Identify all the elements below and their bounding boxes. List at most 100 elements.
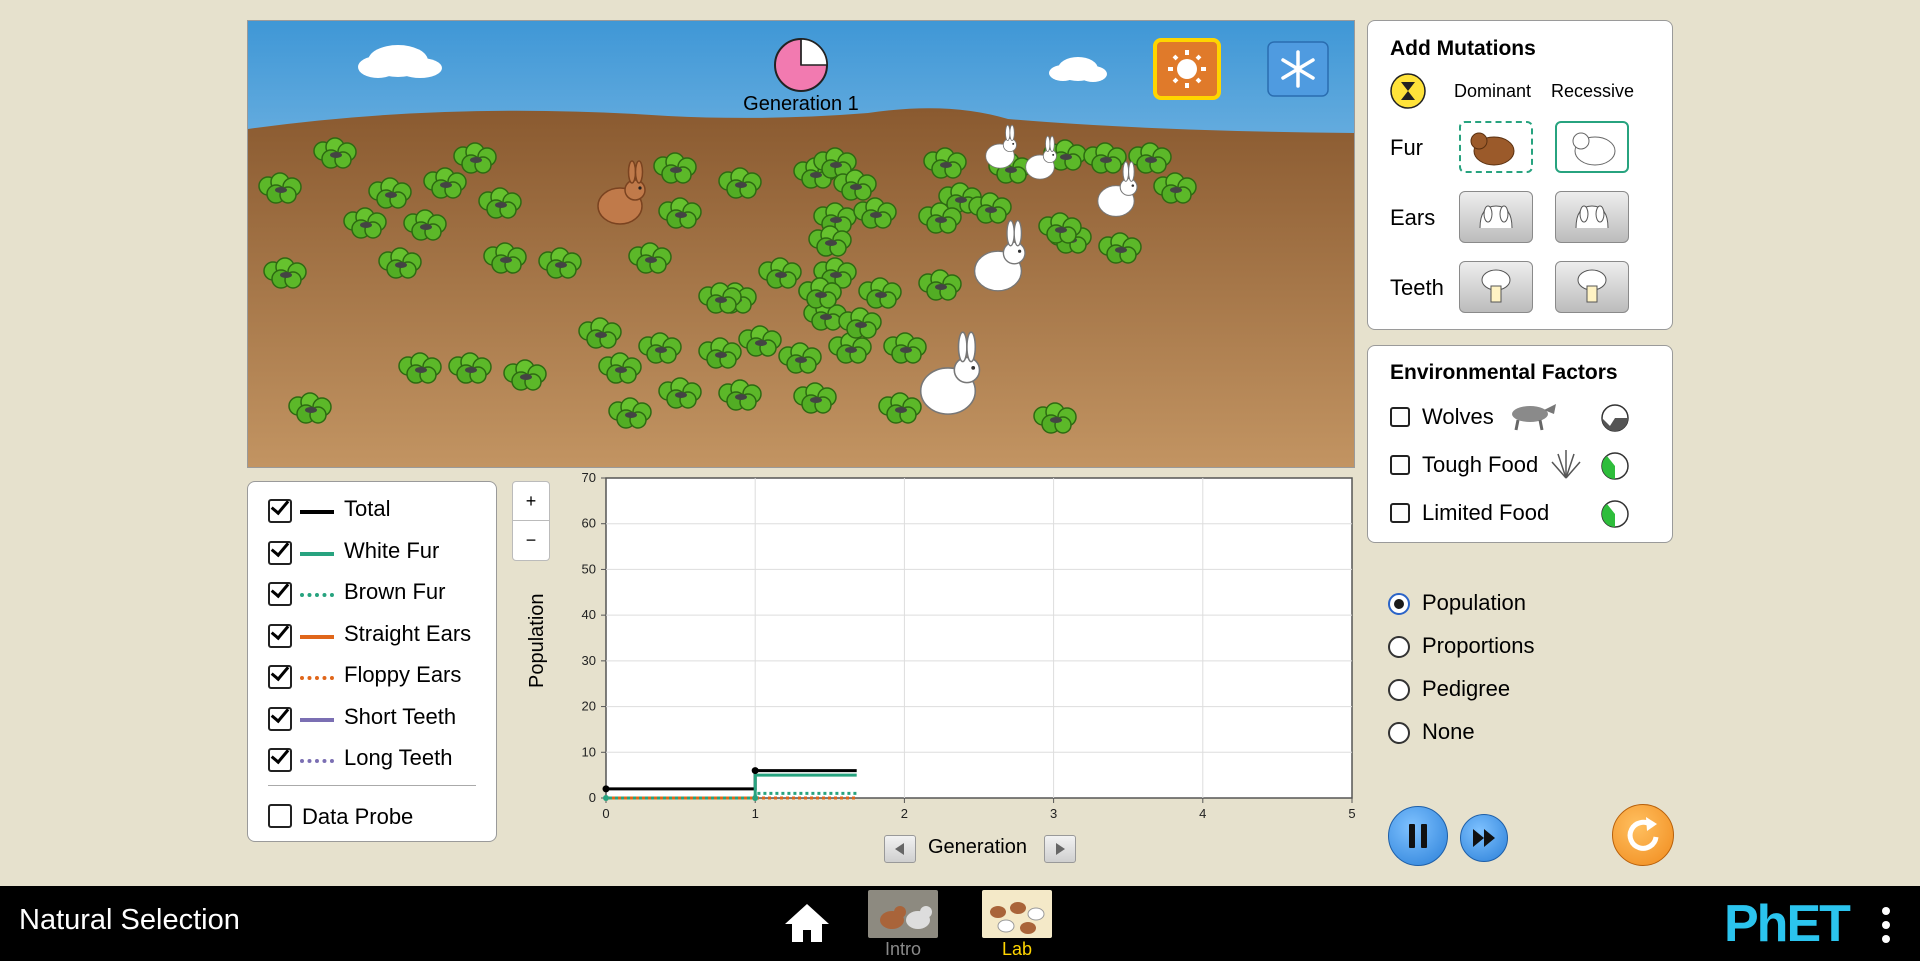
y-tick-label: 0 xyxy=(589,790,596,805)
triangle-right-icon xyxy=(1056,843,1065,855)
fur-dominant-button[interactable] xyxy=(1459,121,1533,173)
white-fur-data-point xyxy=(752,795,759,801)
tough-food-timer-icon xyxy=(1600,451,1630,486)
ears-row-label: Ears xyxy=(1390,205,1436,230)
short-teeth-checkbox[interactable] xyxy=(268,706,292,731)
mutation-hourglass-icon xyxy=(1390,73,1426,109)
teeth-recessive-button[interactable] xyxy=(1555,261,1629,313)
white-fur-checkbox[interactable] xyxy=(268,540,292,565)
ears-dominant-button[interactable] xyxy=(1459,191,1533,243)
app-title: Natural Selection xyxy=(19,904,240,936)
pedigree-radio-label: Pedigree xyxy=(1422,676,1511,701)
total-line-swatch xyxy=(300,510,334,514)
step-forward-button[interactable] xyxy=(1460,814,1508,862)
navigation-bar: Natural Selection Intro Lab PhET xyxy=(0,886,1920,961)
x-tick-label: 1 xyxy=(752,806,759,821)
long-teeth-label: Long Teeth xyxy=(344,745,453,770)
lab-screen-label: Lab xyxy=(1001,939,1033,959)
tough-food-label: Tough Food xyxy=(1422,452,1539,477)
ears-recessive-button[interactable] xyxy=(1555,191,1629,243)
none-radio-label: None xyxy=(1422,719,1475,744)
reset-icon xyxy=(1627,817,1659,851)
x-tick-label: 2 xyxy=(901,806,908,821)
long-teeth-line-swatch xyxy=(300,759,334,763)
y-tick-label: 70 xyxy=(582,470,596,485)
proportions-radio-label: Proportions xyxy=(1422,633,1535,658)
reset-all-button[interactable] xyxy=(1612,804,1674,866)
add-mutations-title: Add Mutations xyxy=(1390,37,1536,60)
ears-icon xyxy=(1575,205,1609,229)
proportions-radio[interactable] xyxy=(1388,636,1410,658)
y-tick-label: 50 xyxy=(582,561,596,576)
kebab-menu-icon xyxy=(1882,907,1890,943)
floppy-ears-label: Floppy Ears xyxy=(344,662,462,687)
plot-area xyxy=(605,477,1353,799)
x-axis-label: Generation xyxy=(928,836,1027,858)
limited-food-label: Limited Food xyxy=(1422,500,1550,525)
home-icon xyxy=(785,904,829,942)
wolf-icon xyxy=(1504,396,1560,437)
straight-ears-line-swatch xyxy=(300,634,334,639)
graph-scroll-left-button[interactable] xyxy=(884,835,916,863)
pause-button[interactable] xyxy=(1388,806,1448,866)
y-tick-label: 40 xyxy=(582,607,596,622)
wolves-timer-icon xyxy=(1600,403,1630,438)
phet-logo[interactable]: PhET xyxy=(1724,894,1851,954)
short-teeth-line-swatch xyxy=(300,717,334,722)
generation-clock-icon xyxy=(774,38,828,92)
graph-legend-panel: Total White Fur Brown Fur Straight Ears Flop… xyxy=(247,481,497,842)
data-probe-checkbox[interactable] xyxy=(268,804,292,828)
teeth-dominant-button[interactable] xyxy=(1459,261,1533,313)
limited-food-timer-icon xyxy=(1600,499,1630,534)
tough-food-icon xyxy=(1548,446,1584,485)
x-tick-label: 5 xyxy=(1348,806,1355,821)
white-fur-data-point xyxy=(603,795,609,801)
lab-screen-button[interactable] xyxy=(982,890,1052,938)
environment-scene: Generation 1 xyxy=(247,20,1355,468)
floppy-ears-checkbox[interactable] xyxy=(268,665,292,689)
environmental-factors-title: Environmental Factors xyxy=(1390,361,1618,384)
sunny-climate-button[interactable] xyxy=(1153,38,1221,100)
total-checkbox[interactable] xyxy=(268,499,292,523)
fur-row-label: Fur xyxy=(1390,135,1423,160)
pause-icon xyxy=(1409,824,1427,848)
brown-fur-checkbox[interactable] xyxy=(268,582,292,606)
graph-scroll-right-button[interactable] xyxy=(1044,835,1076,863)
straight-ears-checkbox[interactable] xyxy=(268,623,292,648)
x-tick-label: 4 xyxy=(1199,806,1206,821)
tough-food-checkbox[interactable] xyxy=(1390,455,1410,475)
population-radio[interactable] xyxy=(1388,593,1410,615)
teeth-icon xyxy=(1481,269,1511,303)
x-tick-label: 3 xyxy=(1050,806,1057,821)
snowy-climate-button[interactable] xyxy=(1267,41,1329,97)
y-tick-label: 10 xyxy=(582,744,596,759)
intro-screen-label: Intro xyxy=(884,939,922,959)
pedigree-radio[interactable] xyxy=(1388,679,1410,701)
y-tick-label: 30 xyxy=(582,653,596,668)
data-probe-label: Data Probe xyxy=(302,804,414,829)
wolves-label: Wolves xyxy=(1422,404,1494,429)
lab-thumbnail-icon xyxy=(990,902,1045,934)
total-label: Total xyxy=(344,496,391,521)
options-menu-button[interactable] xyxy=(1880,906,1892,946)
dominant-column-label: Dominant xyxy=(1454,81,1532,101)
home-button[interactable] xyxy=(782,900,832,944)
recessive-column-label: Recessive xyxy=(1551,81,1635,101)
none-radio[interactable] xyxy=(1388,722,1410,744)
triangle-left-icon xyxy=(895,843,904,855)
white-fur-line-swatch xyxy=(300,551,334,556)
wolves-checkbox[interactable] xyxy=(1390,407,1410,427)
intro-screen-button[interactable] xyxy=(868,890,938,938)
limited-food-checkbox[interactable] xyxy=(1390,503,1410,523)
y-axis-label: Population xyxy=(526,593,548,688)
long-teeth-checkbox[interactable] xyxy=(268,748,292,772)
white-fur-label: White Fur xyxy=(344,537,440,563)
brown-fur-label: Brown Fur xyxy=(344,579,446,604)
straight-ears-label: Straight Ears xyxy=(344,620,472,646)
add-mutations-panel: Add Mutations Dominant Recessive Fur Ear… xyxy=(1367,20,1673,330)
brown-fur-line-swatch xyxy=(300,593,334,597)
brown-fur-icon xyxy=(1470,132,1515,166)
short-teeth-label: Short Teeth xyxy=(344,703,457,729)
environment-illustration xyxy=(248,21,1354,467)
fur-recessive-button[interactable] xyxy=(1555,121,1629,173)
